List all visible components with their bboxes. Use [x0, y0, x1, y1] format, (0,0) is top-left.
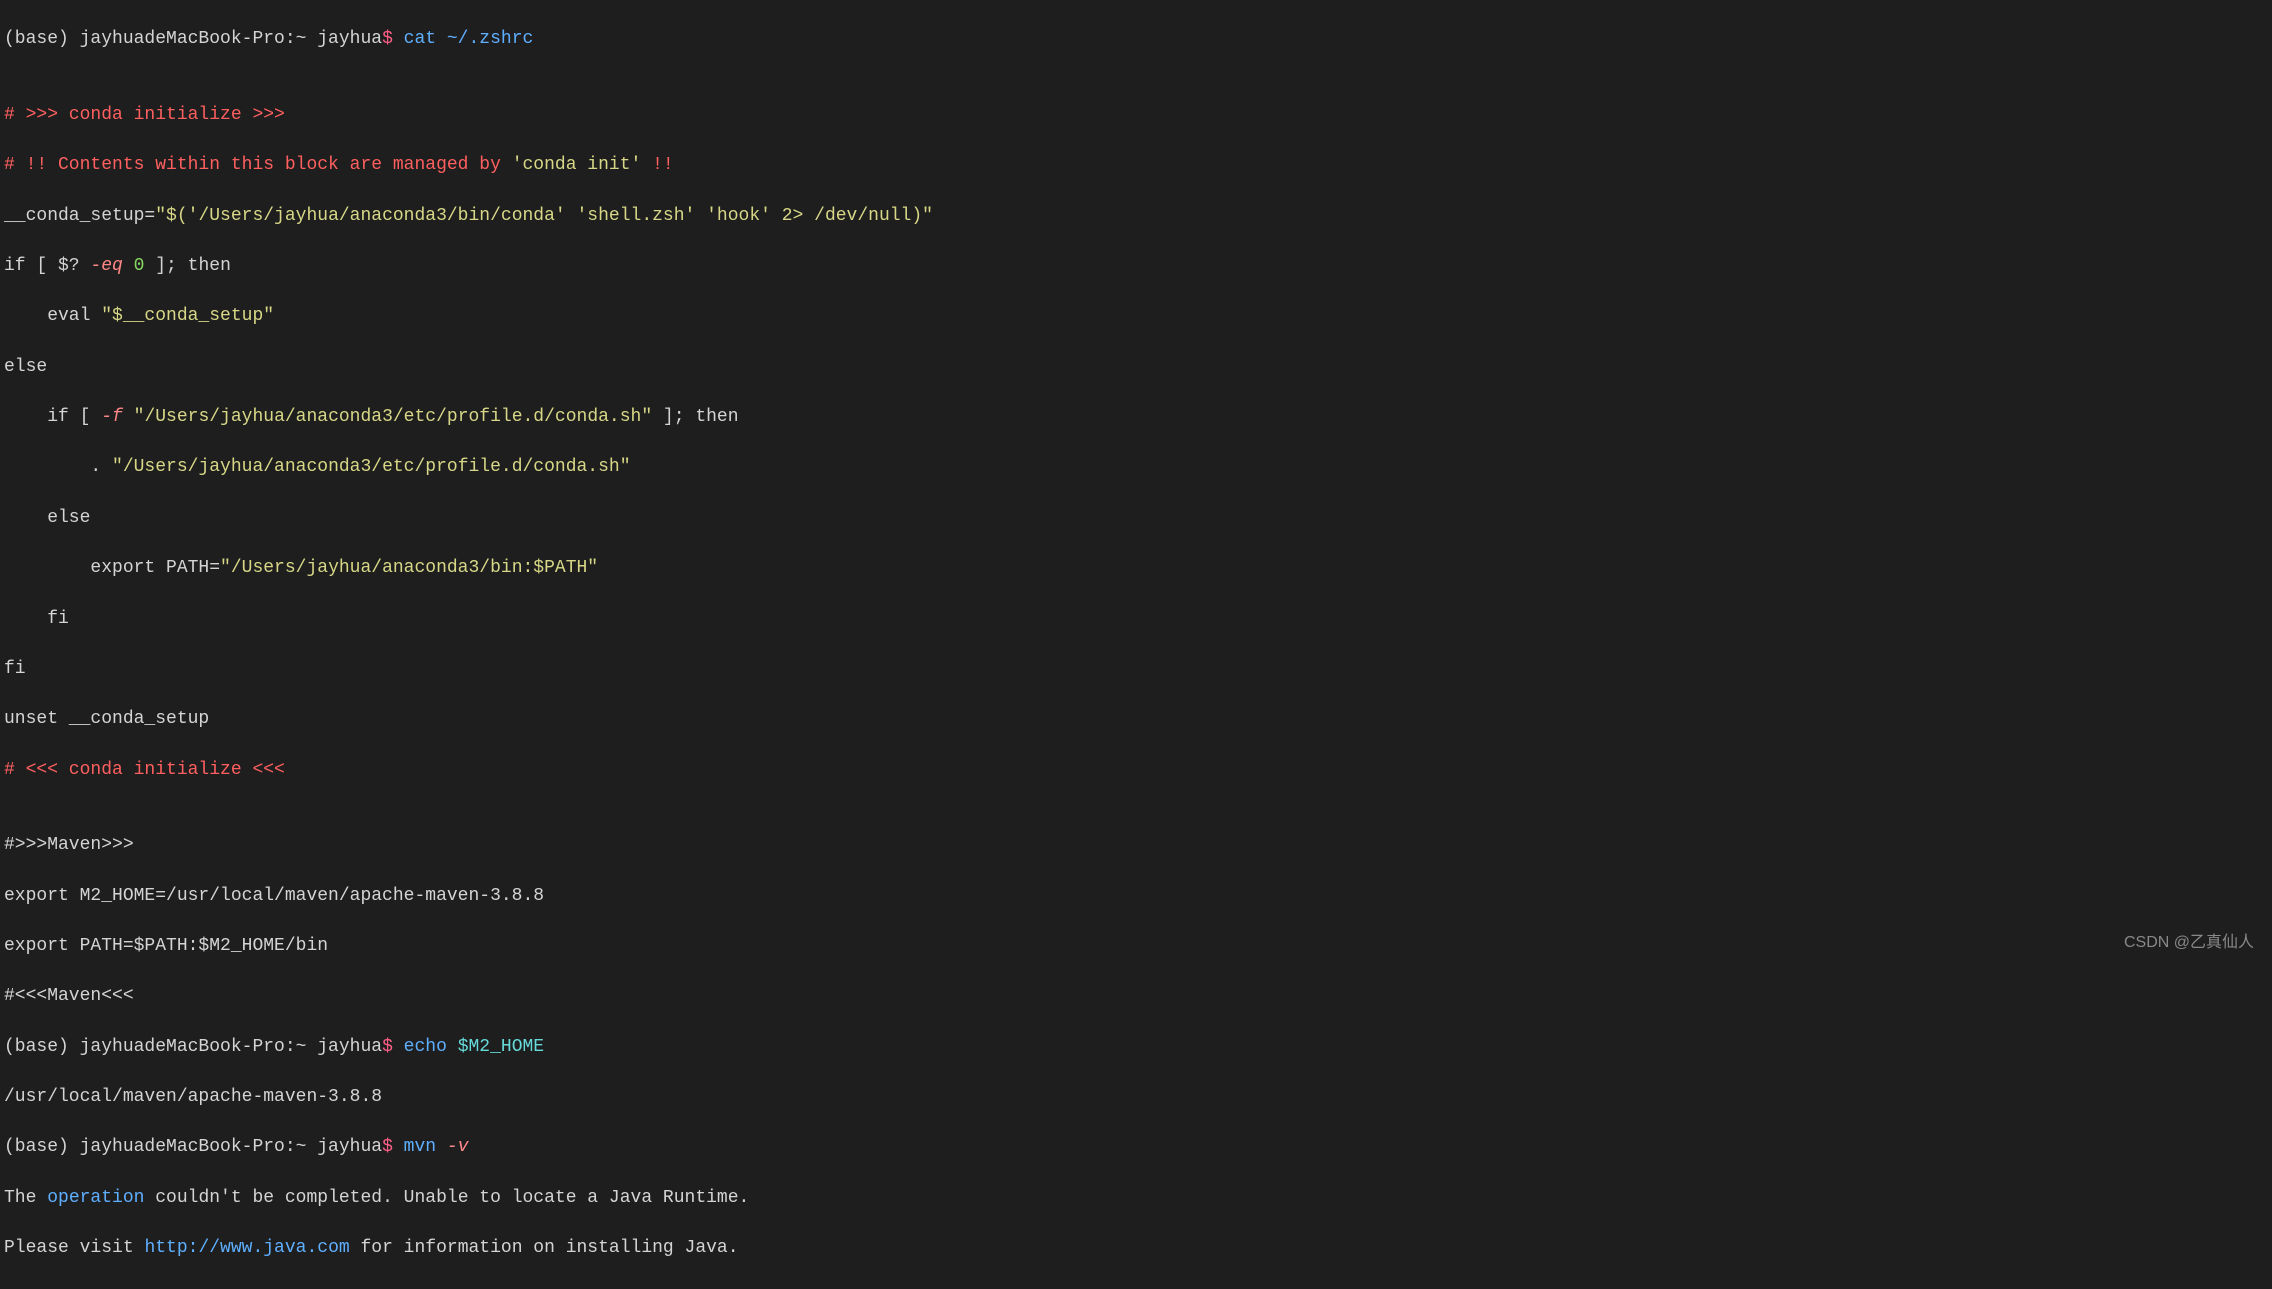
- java-url[interactable]: http://www.java.com: [144, 1238, 349, 1258]
- source-conda-sh: . "/Users/jayhua/anaconda3/etc/profile.d…: [4, 455, 2268, 480]
- export-path-maven: export PATH=$PATH:$M2_HOME/bin: [4, 934, 2268, 959]
- watermark: CSDN @乙真仙人: [2124, 932, 2254, 954]
- export-path-conda: export PATH="/Users/jayhua/anaconda3/bin…: [4, 556, 2268, 581]
- prompt-host: (base) jayhuadeMacBook-Pro:~ jayhua: [4, 29, 382, 49]
- error-line-1: The operation couldn't be completed. Una…: [4, 1186, 2268, 1211]
- unset-line: unset __conda_setup: [4, 707, 2268, 732]
- if-file-check: if [ -f "/Users/jayhua/anaconda3/etc/pro…: [4, 405, 2268, 430]
- prompt-line-1: (base) jayhuadeMacBook-Pro:~ jayhua$ cat…: [4, 27, 2268, 52]
- comment-conda-start: # >>> conda initialize >>>: [4, 103, 2268, 128]
- fi-inner: fi: [4, 607, 2268, 632]
- fi-outer: fi: [4, 657, 2268, 682]
- eval-line: eval "$__conda_setup": [4, 304, 2268, 329]
- if-exit-code: if [ $? -eq 0 ]; then: [4, 254, 2268, 279]
- prompt-line-3: (base) jayhuadeMacBook-Pro:~ jayhua$ mvn…: [4, 1135, 2268, 1160]
- command-echo: echo: [393, 1037, 458, 1057]
- else-1: else: [4, 355, 2268, 380]
- terminal-output[interactable]: (base) jayhuadeMacBook-Pro:~ jayhua$ cat…: [0, 0, 2272, 1289]
- maven-start-comment: #>>>Maven>>>: [4, 833, 2268, 858]
- operation-word: operation: [47, 1188, 144, 1208]
- comment-conda-end: # <<< conda initialize <<<: [4, 758, 2268, 783]
- error-line-2: Please visit http://www.java.com for inf…: [4, 1236, 2268, 1261]
- echo-output: /usr/local/maven/apache-maven-3.8.8: [4, 1085, 2268, 1110]
- flag-v: -v: [447, 1137, 469, 1157]
- command-mvn: mvn: [393, 1137, 447, 1157]
- comment-managed: # !! Contents within this block are mana…: [4, 153, 2268, 178]
- else-2: else: [4, 506, 2268, 531]
- var-m2-home: $M2_HOME: [458, 1037, 544, 1057]
- conda-setup-assign: __conda_setup="$('/Users/jayhua/anaconda…: [4, 204, 2268, 229]
- maven-end-comment: #<<<Maven<<<: [4, 984, 2268, 1009]
- prompt-line-2: (base) jayhuadeMacBook-Pro:~ jayhua$ ech…: [4, 1035, 2268, 1060]
- export-m2-home: export M2_HOME=/usr/local/maven/apache-m…: [4, 884, 2268, 909]
- prompt-dollar: $: [382, 29, 393, 49]
- command-cat: cat ~/.zshrc: [393, 29, 533, 49]
